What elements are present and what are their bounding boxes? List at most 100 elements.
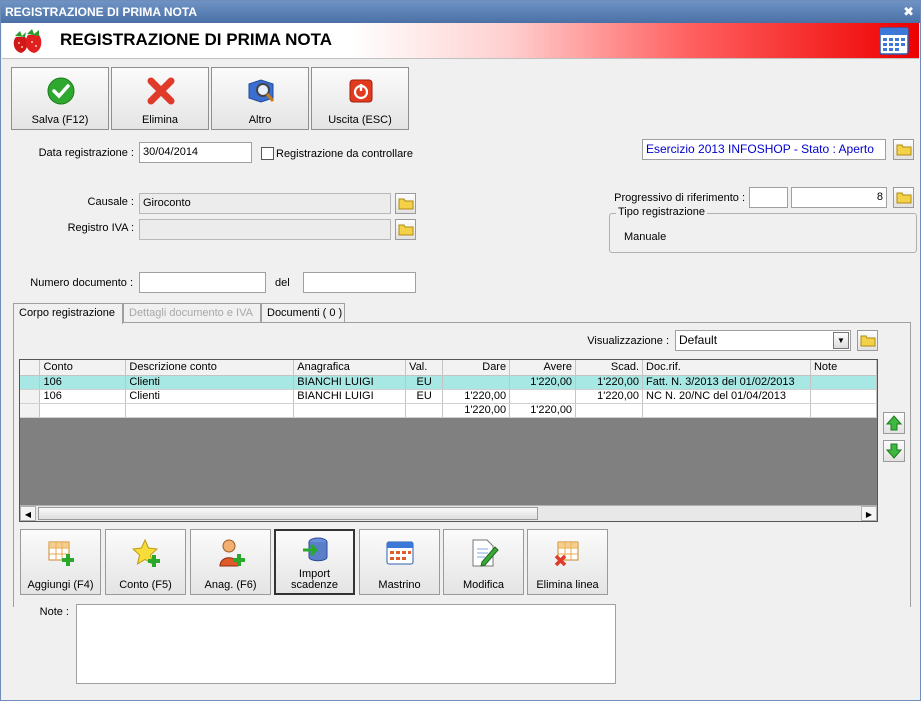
import-label-2: scadenze [290, 579, 339, 591]
database-import-icon [303, 537, 328, 562]
col-avere[interactable]: Avere [509, 360, 577, 376]
numdoc-field[interactable] [139, 272, 266, 293]
col-note[interactable]: Note [810, 360, 877, 376]
causale-field[interactable]: Giroconto [139, 193, 391, 214]
col-descrizione[interactable]: Descrizione conto [125, 360, 295, 376]
causale-folder-button[interactable] [395, 193, 416, 214]
col-dare[interactable]: Dare [442, 360, 511, 376]
arrow-down-icon [885, 443, 903, 459]
row-indicator [20, 403, 41, 418]
cell-conto: 106 [39, 389, 127, 404]
tab-dettagli-documento[interactable]: Dettagli documento e IVA [123, 303, 261, 323]
notes-textarea[interactable] [76, 604, 616, 684]
esercizio-field: Esercizio 2013 INFOSHOP - Stato : Aperto [642, 139, 886, 160]
tipo-legend: Tipo registrazione [616, 206, 708, 218]
progressivo-prefix-field[interactable] [749, 187, 788, 208]
cell-empty [575, 403, 644, 418]
cell-note [810, 389, 877, 404]
col-anagrafica[interactable]: Anagrafica [293, 360, 407, 376]
table-row[interactable]: 106 Clienti BIANCHI LUIGI EU 1'220,00 1'… [20, 375, 877, 390]
calendar-grid-icon [386, 541, 414, 565]
scroll-right-icon[interactable]: ▶ [861, 506, 877, 521]
progressivo-field[interactable]: 8 [791, 187, 887, 208]
table-row[interactable]: 106 Clienti BIANCHI LUIGI EU 1'220,00 1'… [20, 389, 877, 404]
save-label: Salva (F12) [31, 114, 89, 126]
del-label: del [275, 277, 290, 289]
grid-delete-icon [554, 541, 579, 567]
view-selected: Default [679, 333, 718, 347]
calendar-icon[interactable] [879, 27, 909, 55]
cell-empty [39, 403, 127, 418]
col-conto[interactable]: Conto [39, 360, 127, 376]
totals-row: 1'220,00 1'220,00 [20, 403, 877, 418]
del-date-field[interactable] [303, 272, 416, 293]
folder-icon [860, 335, 876, 347]
view-select[interactable]: Default ▼ [675, 330, 851, 351]
exit-label: Uscita (ESC) [328, 114, 392, 126]
check-da-controllare[interactable] [261, 147, 274, 160]
progressivo-label: Progressivo di riferimento : [614, 192, 745, 204]
cell-empty [125, 403, 295, 418]
scroll-left-icon[interactable]: ◀ [20, 506, 36, 521]
horizontal-scrollbar[interactable]: ◀ ▶ [20, 505, 877, 521]
esercizio-folder-button[interactable] [893, 139, 914, 160]
add-line-button[interactable]: Aggiungi (F4) [20, 529, 101, 595]
registro-iva-field[interactable] [139, 219, 391, 240]
tab-documenti[interactable]: Documenti ( 0 ) [261, 303, 345, 323]
cell-dare: 1'220,00 [442, 389, 511, 404]
move-down-button[interactable] [883, 440, 905, 462]
modifica-label: Modifica [463, 579, 504, 591]
causale-label: Causale : [87, 196, 134, 208]
total-avere: 1'220,00 [509, 403, 577, 418]
main-window: REGISTRAZIONE DI PRIMA NOTA ✖ REGISTRAZI… [0, 0, 921, 701]
col-scad[interactable]: Scad. [575, 360, 644, 376]
book-search-icon [248, 79, 275, 103]
header-banner: REGISTRAZIONE DI PRIMA NOTA [2, 23, 919, 59]
date-field[interactable]: 30/04/2014 [139, 142, 252, 163]
delete-button[interactable]: Elimina [111, 67, 209, 130]
save-button[interactable]: Salva (F12) [11, 67, 109, 130]
close-icon[interactable]: ✖ [903, 1, 914, 23]
mastrino-label: Mastrino [378, 579, 421, 591]
modifica-button[interactable]: Modifica [443, 529, 524, 595]
checkmark-icon [47, 77, 75, 105]
grid-add-icon [48, 541, 74, 566]
delete-line-label: Elimina linea [536, 579, 599, 591]
conto-button[interactable]: Conto (F5) [105, 529, 186, 595]
cell-descr: Clienti [125, 389, 295, 404]
power-icon [349, 79, 373, 103]
registration-grid[interactable]: Conto Descrizione conto Anagrafica Val. … [19, 359, 878, 522]
cell-empty [642, 403, 811, 418]
cell-avere: 1'220,00 [509, 375, 577, 390]
cell-descr: Clienti [125, 375, 295, 390]
cell-conto: 106 [39, 375, 127, 390]
scroll-thumb[interactable] [38, 507, 538, 520]
col-docrif[interactable]: Doc.rif. [642, 360, 811, 376]
anag-button[interactable]: Anag. (F6) [190, 529, 271, 595]
tipo-value: Manuale [624, 231, 667, 243]
cell-note [810, 375, 877, 390]
chevron-down-icon[interactable]: ▼ [833, 332, 849, 349]
col-val[interactable]: Val. [405, 360, 444, 376]
tipo-registrazione-group: Tipo registrazione Manuale [609, 206, 917, 253]
registro-folder-button[interactable] [395, 219, 416, 240]
strawberry-logo-icon [13, 29, 42, 53]
cell-docrif: NC N. 20/NC del 01/04/2013 [642, 389, 811, 404]
other-label: Altro [248, 114, 272, 126]
title-bar: REGISTRAZIONE DI PRIMA NOTA ✖ [1, 1, 920, 23]
exit-button[interactable]: Uscita (ESC) [311, 67, 409, 130]
progressivo-folder-button[interactable] [893, 187, 914, 208]
view-label: Visualizzazione : [587, 335, 669, 347]
cell-dare [442, 375, 511, 390]
import-scadenze-button[interactable]: Import scadenze [274, 529, 355, 595]
notes-label: Note : [39, 606, 69, 618]
mastrino-button[interactable]: Mastrino [359, 529, 440, 595]
tab-corpo-registrazione[interactable]: Corpo registrazione [13, 303, 123, 324]
move-up-button[interactable] [883, 412, 905, 434]
total-dare: 1'220,00 [442, 403, 511, 418]
folder-icon [896, 144, 912, 156]
view-folder-button[interactable] [857, 330, 878, 351]
red-x-icon [147, 77, 175, 105]
other-button[interactable]: Altro [211, 67, 309, 130]
delete-line-button[interactable]: Elimina linea [527, 529, 608, 595]
